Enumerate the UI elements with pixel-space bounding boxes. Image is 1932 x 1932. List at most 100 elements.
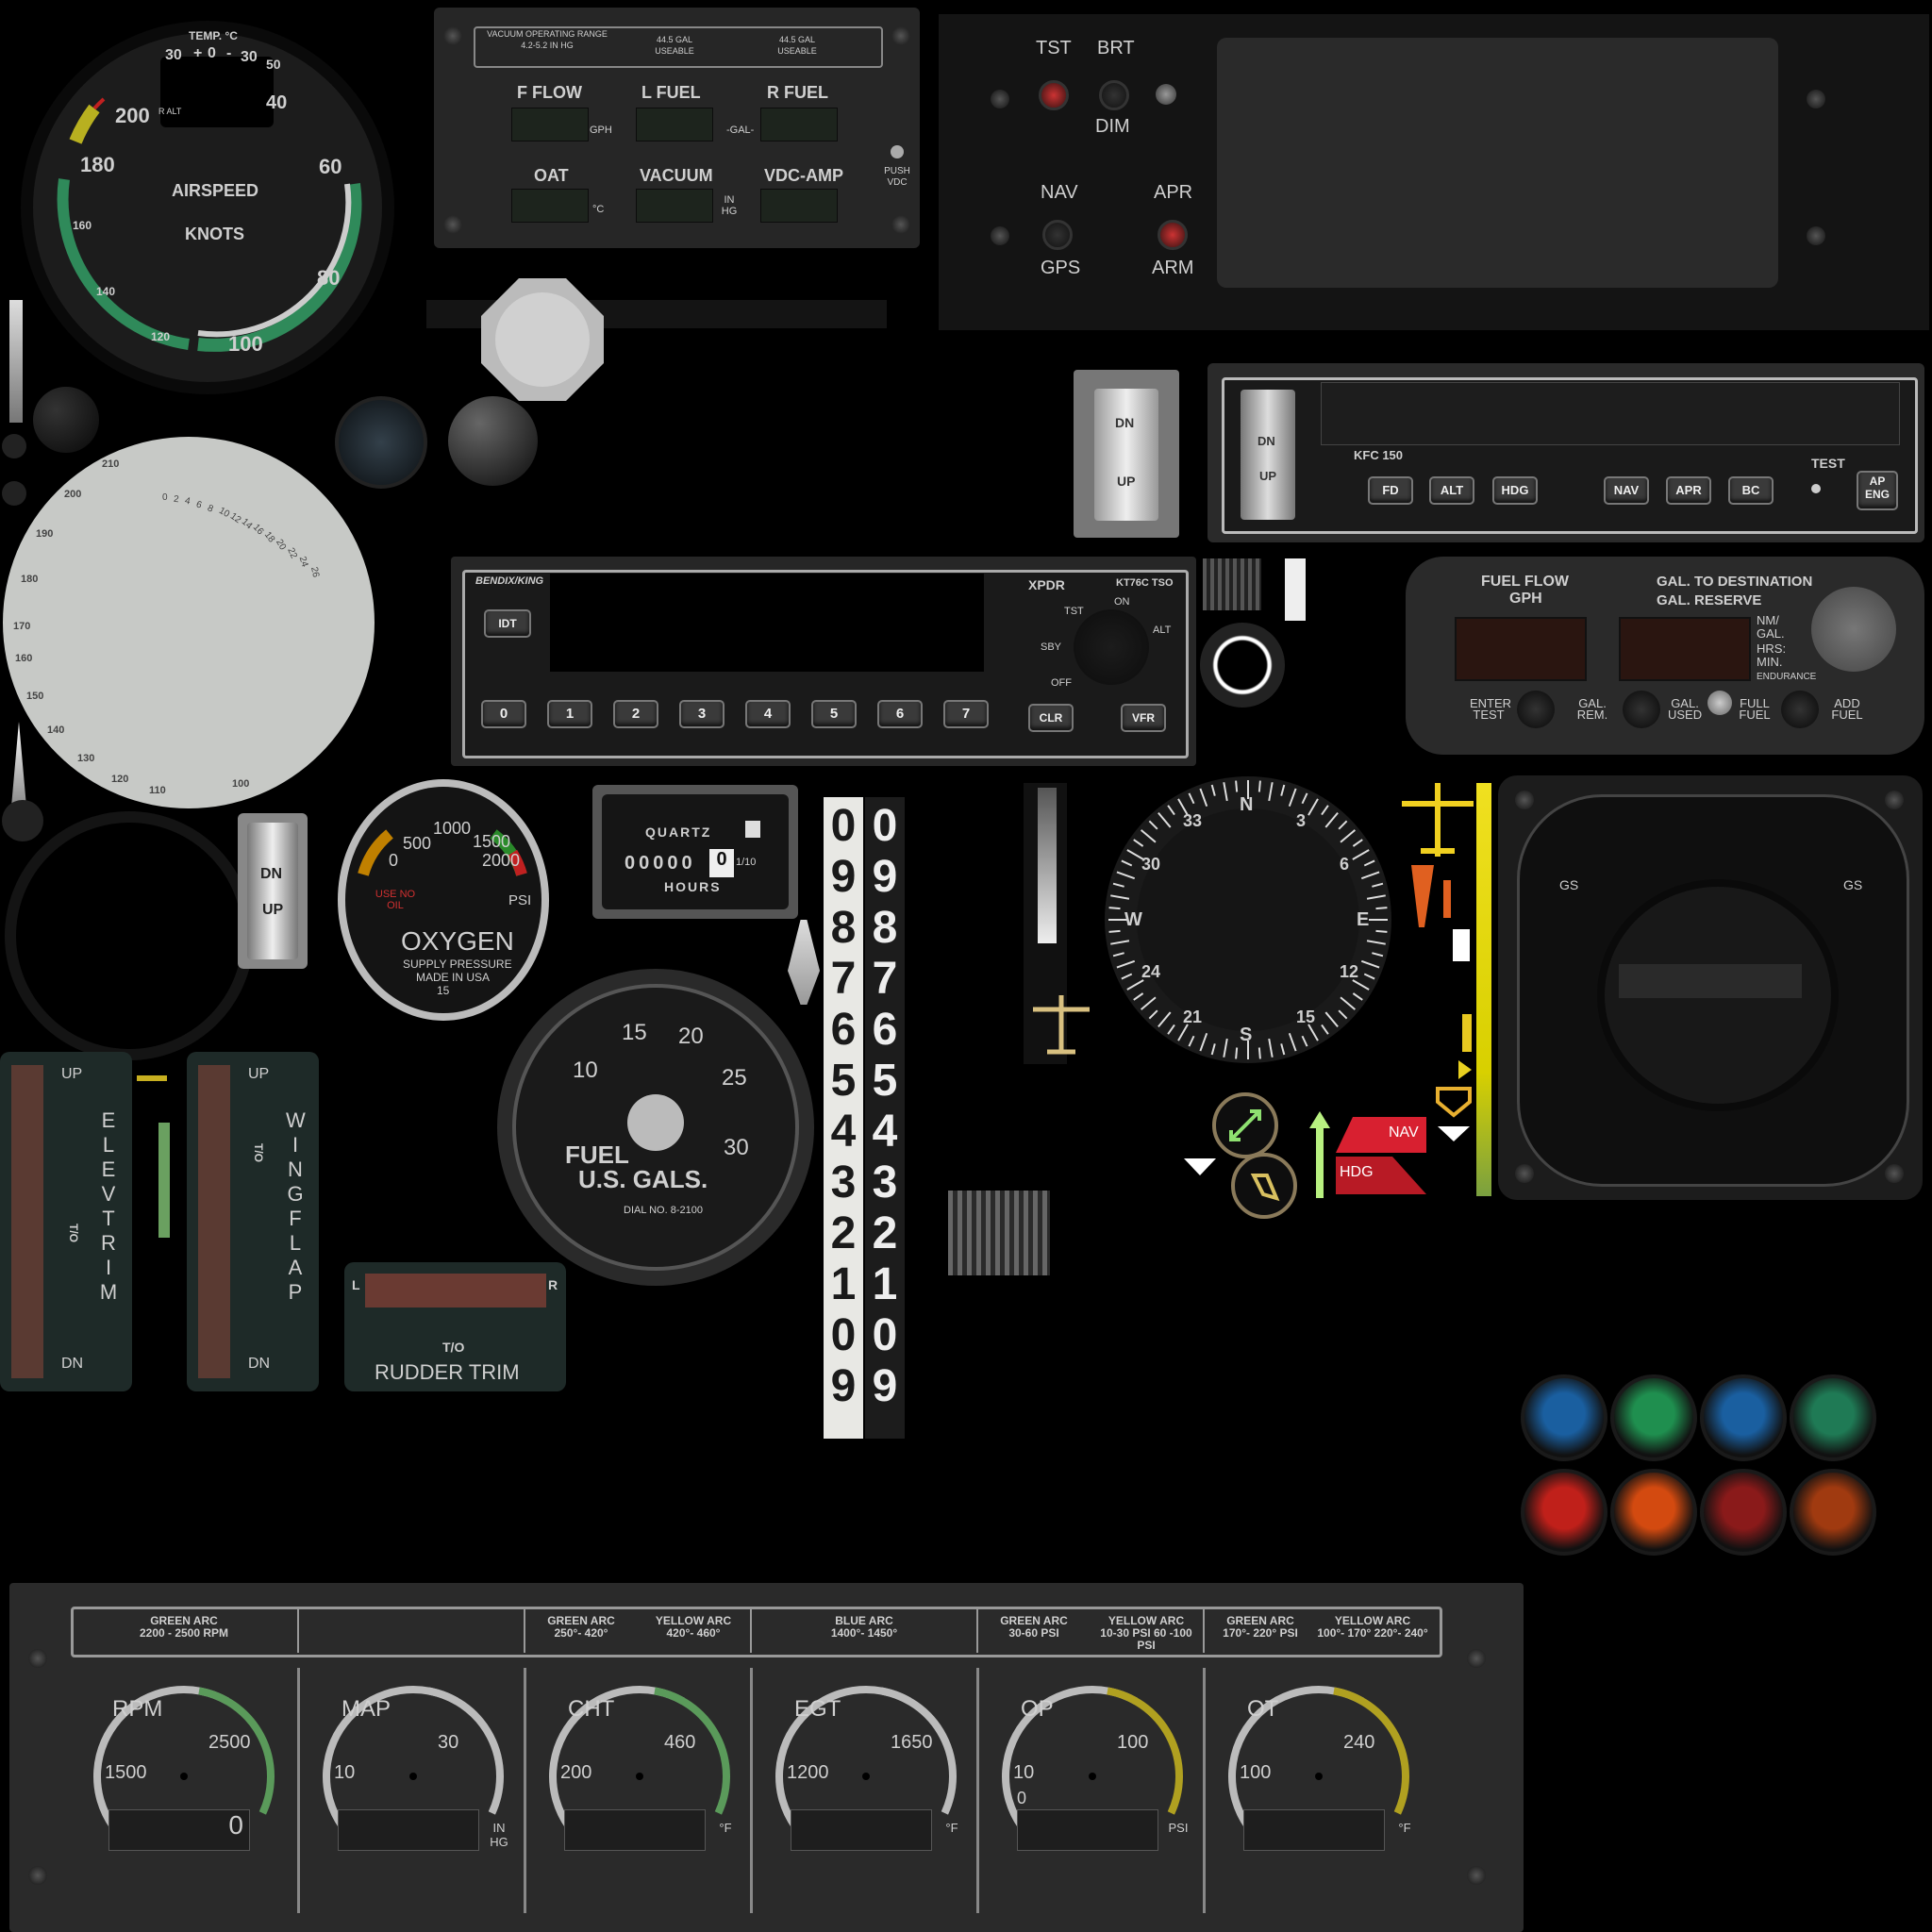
airspeed-indicator: TEMP. °C 30 + 0 - 30 50 40 200 180 160 1… — [19, 19, 396, 396]
test-button[interactable] — [1811, 484, 1821, 493]
digit-5-button[interactable]: 5 — [811, 700, 857, 728]
add-fuel-label: ADD FUEL — [1831, 696, 1863, 722]
digit-2-button[interactable]: 2 — [613, 700, 658, 728]
digit-0-button[interactable]: 0 — [481, 700, 526, 728]
rotary-encoder[interactable] — [1200, 623, 1285, 708]
fd-button[interactable]: FD — [1368, 476, 1413, 505]
ball-knob[interactable] — [448, 396, 538, 486]
heading-12: 12 — [1340, 962, 1359, 981]
green-arrow-icon — [1212, 1092, 1278, 1158]
hdg-button[interactable]: HDG — [1492, 476, 1538, 505]
fuel-gauge-unit: U.S. GALS. — [578, 1165, 708, 1193]
screw — [28, 1866, 47, 1885]
hsi-instrument: GS GS — [1498, 775, 1923, 1200]
gauge-low-label: 1200 — [787, 1762, 829, 1783]
push-vdc-button[interactable] — [891, 145, 904, 158]
enter-test-label: ENTER TEST — [1470, 696, 1512, 722]
compass-top-tick: 8 — [206, 502, 215, 515]
brt-button[interactable] — [1099, 80, 1129, 110]
enter-test-button[interactable] — [1517, 691, 1555, 728]
oxygen-tick-500: 500 — [403, 834, 432, 853]
gauge-high-label: 30 — [438, 1732, 459, 1753]
full-fuel-button[interactable] — [1781, 691, 1819, 728]
vacuum-display — [636, 189, 713, 223]
oxygen-tick-1000: 1000 — [433, 819, 472, 838]
bc-button[interactable]: BC — [1728, 476, 1774, 505]
gps-annunciator-panel: TST BRT DIM NAV APR GPS ARM — [939, 14, 1929, 330]
alt-button[interactable]: ALT — [1429, 476, 1474, 505]
digit-7-button[interactable]: 7 — [943, 700, 989, 728]
ribbed-knob[interactable] — [1203, 558, 1261, 610]
airspeed-tick-60: 60 — [319, 155, 342, 178]
gauge-unit: PSI — [1168, 1821, 1189, 1835]
gauge-high-label: 1650 — [891, 1732, 933, 1753]
rudder-trim-window — [365, 1274, 546, 1307]
elevator-trim-indicator: UP DN ELEV TRIM T/O — [0, 1052, 132, 1391]
indicator-lights — [1509, 1363, 1887, 1561]
orange-marker — [1411, 863, 1455, 929]
screw — [28, 1649, 47, 1668]
hex-knob[interactable] — [476, 274, 608, 406]
compass-top-tick: 24 — [296, 555, 310, 569]
gauge-high-label: 100 — [1117, 1732, 1149, 1753]
tst-button[interactable] — [1039, 80, 1069, 110]
compass-tick: 130 — [77, 753, 95, 764]
dn-up-switch-1[interactable]: DN UP — [1074, 370, 1179, 538]
hobbs-digits: 00000 — [625, 853, 696, 874]
dim-knob[interactable] — [1156, 84, 1176, 105]
ribbed-knob[interactable] — [948, 1191, 1050, 1275]
fuel-flow-unit: GPH — [1509, 591, 1542, 607]
indicator-light-cool — [1610, 1374, 1697, 1461]
airspeed-tick-160: 160 — [73, 219, 92, 232]
compass-tick: 140 — [47, 724, 65, 736]
lever-handle[interactable] — [9, 300, 23, 423]
heading-tick — [1375, 929, 1388, 933]
digit-3-button[interactable]: 3 — [679, 700, 724, 728]
indicator-light-warm — [1521, 1469, 1607, 1556]
vfr-button[interactable]: VFR — [1121, 704, 1166, 732]
engine-header-cell: GREEN ARC 170°- 220° PSI — [1203, 1609, 1316, 1653]
gal-rem-button[interactable] — [1623, 691, 1660, 728]
digit-4-button[interactable]: 4 — [745, 700, 791, 728]
apr-arm-button[interactable] — [1158, 220, 1188, 250]
digit-dark: 0 — [872, 1310, 898, 1360]
dn-up-switch-2[interactable]: DN UP — [238, 813, 308, 969]
temp-scale-30b: 30 — [241, 49, 258, 65]
gal-reserve-label: GAL. RESERVE — [1657, 592, 1762, 608]
heading-3: 3 — [1296, 811, 1307, 830]
ap-eng-button[interactable]: AP ENG — [1857, 471, 1898, 510]
push-vdc-label: PUSH VDC — [884, 166, 910, 188]
gs-left-label: GS — [1559, 877, 1579, 892]
digit-1-button[interactable]: 1 — [547, 700, 592, 728]
apr-button[interactable]: APR — [1666, 476, 1711, 505]
yellow-arrow-icon — [1458, 1060, 1474, 1079]
airspeed-tick-180: 180 — [80, 153, 115, 176]
engine-header-range: 250°- 420° — [554, 1626, 608, 1640]
gal-used-button[interactable] — [1707, 691, 1732, 715]
digit-light: 7 — [830, 954, 857, 1004]
fuel-tick-30: 30 — [724, 1135, 749, 1160]
digit-light: 1 — [830, 1259, 857, 1309]
mode-select-knob[interactable] — [1811, 587, 1896, 672]
nav-button[interactable]: NAV — [1604, 476, 1649, 505]
nav-gps-button[interactable] — [1042, 220, 1073, 250]
gauge-unit: °F — [719, 1821, 732, 1835]
clr-button[interactable]: CLR — [1028, 704, 1074, 732]
digit-dark: 5 — [872, 1056, 898, 1106]
gauge-name: OP — [1021, 1696, 1054, 1722]
gauge-high-label: 460 — [664, 1732, 696, 1753]
ap-switch-dn: DN — [1257, 434, 1275, 448]
mode-knob[interactable] — [1074, 609, 1149, 685]
compass-tick: 170 — [13, 621, 31, 632]
fuel-flow-display — [511, 108, 589, 142]
digit-6-button[interactable]: 6 — [877, 700, 923, 728]
yellow-aircraft-symbol — [1402, 783, 1474, 858]
idt-button[interactable]: IDT — [484, 609, 531, 638]
mode-gal: GAL. — [1757, 626, 1785, 641]
gs-right-label: GS — [1843, 877, 1863, 892]
brt-label: BRT — [1097, 38, 1135, 58]
gauge-low-label: 200 — [560, 1762, 592, 1783]
slider-handle[interactable] — [1038, 788, 1057, 943]
ap-dn-up-switch[interactable] — [1241, 390, 1295, 520]
engine-info-panel: VACUUM OPERATING RANGE 4.2-5.2 IN HG 44.… — [434, 8, 920, 248]
